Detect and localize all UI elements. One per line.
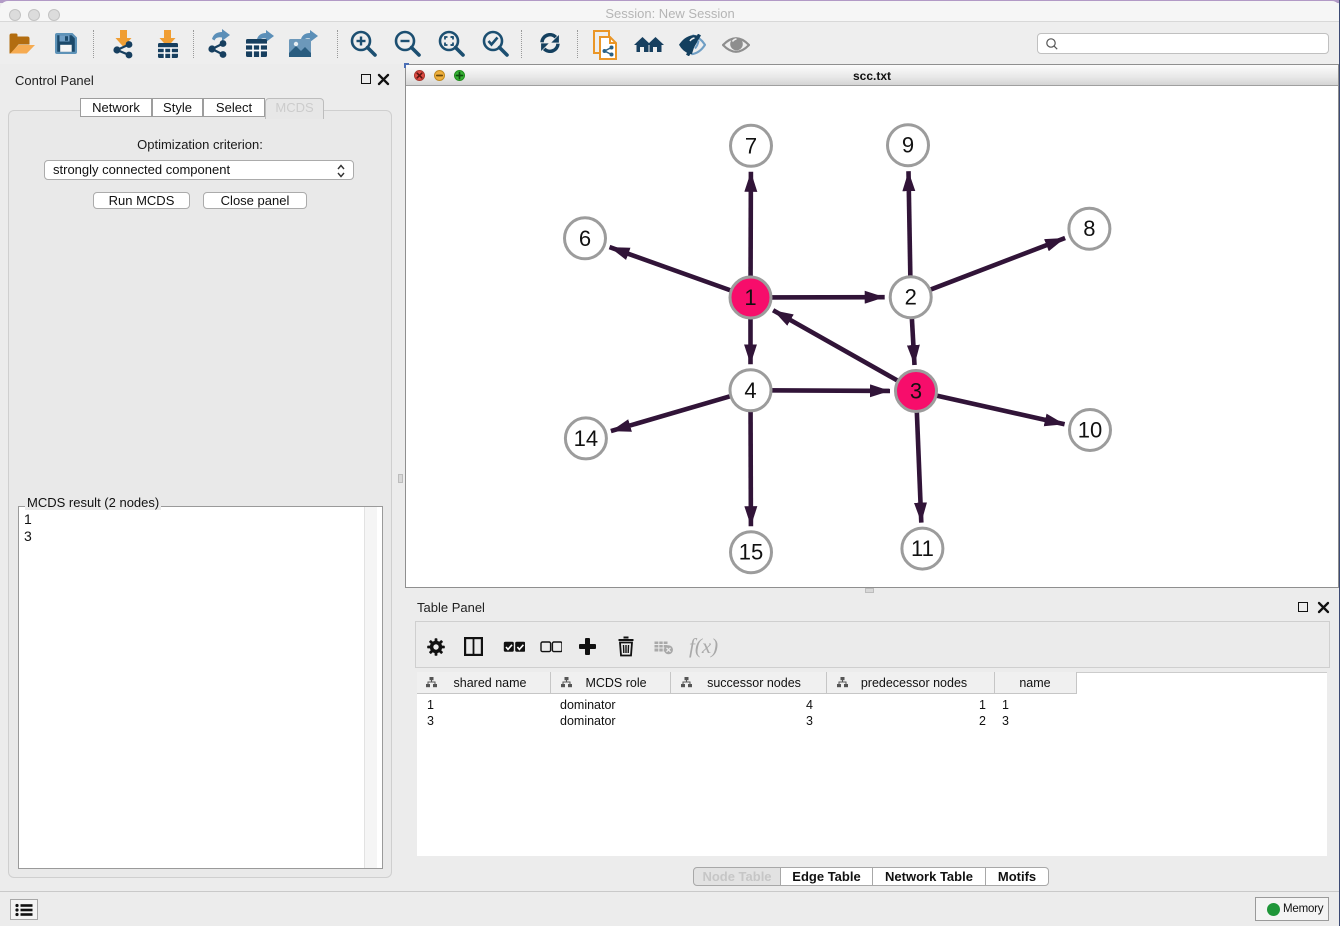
svg-text:successor nodes: successor nodes xyxy=(707,676,801,690)
svg-text:11: 11 xyxy=(911,536,934,561)
svg-text:name: name xyxy=(1019,676,1050,690)
svg-text:9: 9 xyxy=(902,133,914,158)
svg-text:3: 3 xyxy=(910,379,922,404)
svg-text:2: 2 xyxy=(905,285,917,310)
svg-text:15: 15 xyxy=(739,540,763,565)
svg-text:10: 10 xyxy=(1078,418,1102,443)
svg-text:8: 8 xyxy=(1083,216,1095,241)
svg-text:MCDS role: MCDS role xyxy=(585,676,646,690)
svg-text:4: 4 xyxy=(744,378,756,403)
svg-text:7: 7 xyxy=(745,133,757,158)
svg-text:predecessor nodes: predecessor nodes xyxy=(861,676,967,690)
svg-text:1: 1 xyxy=(744,285,756,310)
svg-text:14: 14 xyxy=(574,426,598,451)
svg-text:shared name: shared name xyxy=(454,676,527,690)
svg-text:6: 6 xyxy=(579,226,591,251)
